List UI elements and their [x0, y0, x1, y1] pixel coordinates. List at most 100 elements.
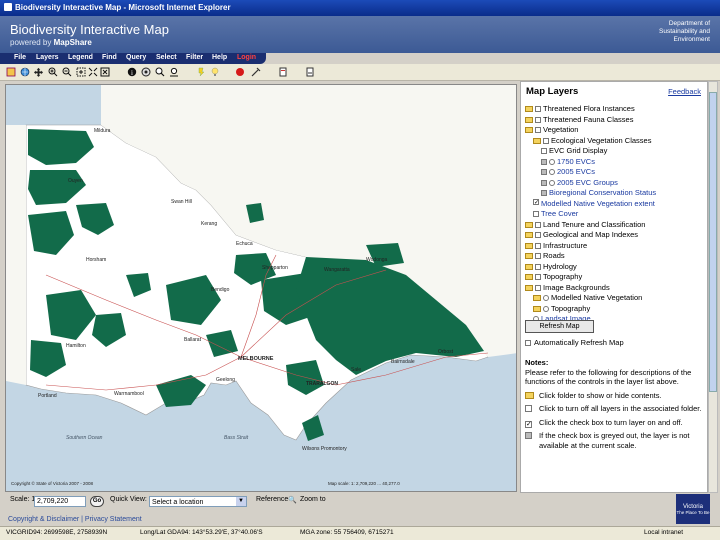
folder-icon[interactable]	[525, 274, 533, 280]
layer-item[interactable]: Roads	[525, 251, 707, 262]
zoom-box-icon[interactable]	[76, 67, 86, 77]
layer-label[interactable]: 2005 EVCs	[557, 167, 595, 176]
menu-login[interactable]: Login	[237, 54, 256, 61]
layer-checkbox[interactable]	[535, 116, 541, 123]
auto-refresh-checkbox[interactable]	[525, 340, 531, 346]
footer-links[interactable]: Copyright & Disclaimer | Privacy Stateme…	[8, 516, 142, 523]
layer-radio[interactable]	[543, 295, 549, 301]
menu-find[interactable]: Find	[102, 54, 117, 61]
zoom-full-icon[interactable]	[6, 67, 16, 77]
menu-filter[interactable]: Filter	[186, 54, 203, 61]
folder-icon[interactable]	[525, 232, 533, 238]
layer-item[interactable]: Geological and Map Indexes	[525, 230, 707, 241]
menu-query[interactable]: Query	[126, 54, 146, 61]
go-button[interactable]: Go	[90, 496, 104, 507]
layer-item[interactable]: Modelled Native Vegetation extent	[525, 198, 707, 210]
menu-legend[interactable]: Legend	[68, 54, 93, 61]
layer-item[interactable]: Topography	[525, 272, 707, 283]
panel-scrollbar[interactable]	[708, 81, 718, 493]
layer-item[interactable]: Modelled Native Vegetation	[525, 293, 707, 304]
layer-label[interactable]: Bioregional Conservation Status	[549, 188, 656, 197]
select-icon[interactable]	[196, 67, 206, 77]
quick-view-select[interactable]: Select a location ▼	[149, 496, 247, 507]
layer-item[interactable]: Infrastructure	[525, 241, 707, 252]
layer-item[interactable]: 2005 EVC Groups	[525, 178, 707, 189]
map-canvas[interactable]: Mildura Ouyen Swan Hill Kerang Echuca Sh…	[6, 85, 517, 492]
folder-icon[interactable]	[533, 137, 541, 144]
globe-icon[interactable]	[20, 67, 30, 77]
layer-checkbox[interactable]	[535, 242, 541, 249]
tools-icon[interactable]	[251, 67, 261, 77]
folder-icon[interactable]	[525, 127, 533, 133]
layer-item[interactable]: 1750 EVCs	[525, 157, 707, 168]
zoom-out-icon[interactable]	[62, 67, 72, 77]
identify-icon[interactable]: i	[127, 67, 137, 77]
layer-label[interactable]: Tree Cover	[541, 209, 578, 218]
menu-select[interactable]: Select	[156, 54, 177, 61]
layer-checkbox[interactable]	[535, 232, 541, 238]
layer-label: Vegetation	[543, 125, 579, 134]
zoom-to-link[interactable]: Zoom to	[300, 496, 326, 503]
layer-item[interactable]: Image Backgrounds	[525, 283, 707, 294]
layer-item[interactable]: Bioregional Conservation Status	[525, 188, 707, 199]
layer-item[interactable]: Land Tenure and Classification	[525, 220, 707, 231]
layer-checkbox[interactable]	[535, 284, 541, 291]
layer-checkbox[interactable]	[543, 137, 549, 144]
layer-item[interactable]: Ecological Vegetation Classes	[525, 136, 707, 147]
query-icon[interactable]	[141, 67, 151, 77]
layer-checkbox[interactable]	[535, 221, 541, 228]
zoom-prev-icon[interactable]	[88, 67, 98, 77]
layer-checkbox[interactable]	[533, 198, 539, 205]
layer-radio[interactable]	[543, 305, 549, 312]
folder-icon[interactable]	[533, 305, 541, 312]
refresh-map-button[interactable]: Refresh Map	[525, 320, 594, 333]
auto-refresh-option[interactable]: Automatically Refresh Map	[525, 338, 624, 347]
pan-icon[interactable]	[34, 67, 44, 77]
export-icon[interactable]	[305, 67, 315, 77]
map-view[interactable]: Mildura Ouyen Swan Hill Kerang Echuca Sh…	[5, 84, 517, 492]
feedback-link[interactable]: Feedback	[668, 87, 701, 96]
layer-label[interactable]: Modelled Native Vegetation extent	[541, 199, 655, 208]
layer-checkbox[interactable]	[533, 211, 539, 217]
measure-icon[interactable]	[169, 67, 179, 77]
folder-icon[interactable]	[525, 284, 533, 291]
folder-icon[interactable]	[525, 106, 533, 112]
layer-item[interactable]: EVC Grid Display	[525, 146, 707, 157]
scale-input[interactable]: 2,709,220	[34, 496, 86, 507]
layer-checkbox[interactable]	[541, 148, 547, 154]
folder-icon[interactable]	[525, 253, 533, 259]
layer-radio[interactable]	[549, 158, 555, 165]
lightbulb-icon[interactable]	[210, 67, 220, 77]
layer-item[interactable]: Threatened Fauna Classes	[525, 115, 707, 126]
magnifier-icon[interactable]: 🔍	[288, 496, 297, 504]
menu-help[interactable]: Help	[212, 54, 227, 61]
layer-checkbox[interactable]	[535, 253, 541, 259]
folder-icon[interactable]	[533, 295, 541, 301]
clear-icon[interactable]	[235, 67, 245, 77]
layer-item[interactable]: Topography	[525, 304, 707, 315]
scrollbar-thumb[interactable]	[709, 92, 717, 392]
layer-label[interactable]: 1750 EVCs	[557, 157, 595, 166]
folder-icon[interactable]	[525, 263, 533, 270]
zoom-in-icon[interactable]	[48, 67, 58, 77]
folder-icon[interactable]	[525, 221, 533, 228]
layer-item[interactable]: Hydrology	[525, 262, 707, 273]
layer-checkbox[interactable]	[535, 106, 541, 112]
layer-checkbox[interactable]	[535, 263, 541, 270]
layer-radio[interactable]	[549, 169, 555, 175]
print-icon[interactable]	[278, 67, 288, 77]
layer-item[interactable]: Tree Cover	[525, 209, 707, 220]
menu-layers[interactable]: Layers	[36, 54, 59, 61]
layer-radio[interactable]	[549, 179, 555, 186]
layer-item[interactable]: Threatened Flora Instances	[525, 104, 707, 115]
layer-item[interactable]: 2005 EVCs	[525, 167, 707, 178]
folder-icon[interactable]	[525, 116, 533, 123]
layer-checkbox[interactable]	[535, 274, 541, 280]
menu-file[interactable]: File	[14, 54, 26, 61]
layer-label[interactable]: 2005 EVC Groups	[557, 178, 618, 187]
folder-icon[interactable]	[525, 242, 533, 249]
zoom-next-icon[interactable]	[100, 67, 110, 77]
find-icon[interactable]	[155, 67, 165, 77]
layer-checkbox[interactable]	[535, 127, 541, 133]
layer-item[interactable]: Vegetation	[525, 125, 707, 136]
